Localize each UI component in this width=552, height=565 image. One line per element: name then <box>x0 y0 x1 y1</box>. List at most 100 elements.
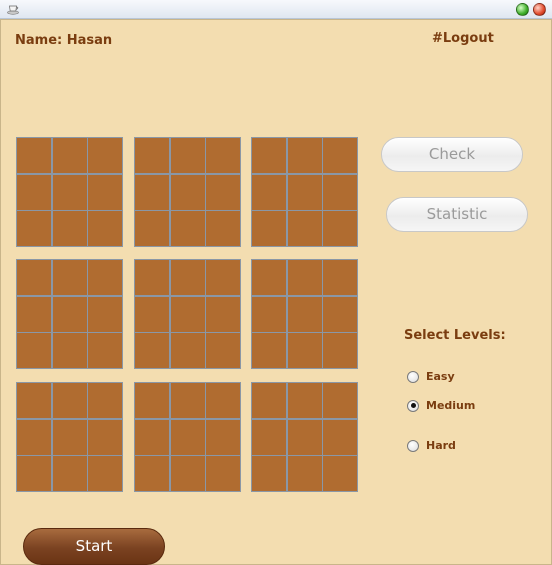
grid-cell[interactable] <box>287 211 322 246</box>
grid-block <box>251 382 358 492</box>
grid-cell[interactable] <box>52 260 87 295</box>
grid-cell[interactable] <box>135 383 169 418</box>
grid-cell[interactable] <box>206 138 240 173</box>
medium-radio[interactable] <box>407 399 419 412</box>
grid-cell[interactable] <box>88 383 122 418</box>
grid-cell[interactable] <box>323 333 357 368</box>
grid-cell[interactable] <box>52 296 87 332</box>
grid-cell[interactable] <box>252 174 286 210</box>
grid-cell[interactable] <box>17 419 51 455</box>
start-button[interactable]: Start <box>23 528 165 565</box>
grid-cell[interactable] <box>135 419 169 455</box>
grid-cell[interactable] <box>135 333 169 368</box>
grid-cell[interactable] <box>88 138 122 173</box>
grid-cell[interactable] <box>17 211 51 246</box>
grid-cell[interactable] <box>135 138 169 173</box>
grid-cell[interactable] <box>206 211 240 246</box>
grid-cell[interactable] <box>88 260 122 295</box>
grid-cell[interactable] <box>135 174 169 210</box>
grid-cell[interactable] <box>88 333 122 368</box>
grid-cell[interactable] <box>323 419 357 455</box>
grid-cell[interactable] <box>17 138 51 173</box>
grid-cell[interactable] <box>323 383 357 418</box>
grid-cell[interactable] <box>170 383 205 418</box>
level-option-hard[interactable]: Hard <box>407 439 456 452</box>
grid-cell[interactable] <box>52 456 87 491</box>
grid-cell[interactable] <box>252 456 286 491</box>
grid-cell[interactable] <box>323 260 357 295</box>
grid-cell[interactable] <box>170 211 205 246</box>
grid-cell[interactable] <box>206 419 240 455</box>
level-option-medium[interactable]: Medium <box>407 399 475 412</box>
grid-cell[interactable] <box>17 296 51 332</box>
grid-cell[interactable] <box>135 211 169 246</box>
grid-cell[interactable] <box>52 333 87 368</box>
grid-cell[interactable] <box>252 211 286 246</box>
grid-cell[interactable] <box>323 296 357 332</box>
grid-cell[interactable] <box>252 296 286 332</box>
grid-cell[interactable] <box>287 333 322 368</box>
grid-cell[interactable] <box>206 333 240 368</box>
grid-cell[interactable] <box>206 296 240 332</box>
grid-cell[interactable] <box>323 211 357 246</box>
grid-cell[interactable] <box>52 174 87 210</box>
grid-cell[interactable] <box>206 383 240 418</box>
grid-cell[interactable] <box>287 174 322 210</box>
check-button[interactable]: Check <box>381 137 523 172</box>
grid-cell[interactable] <box>17 456 51 491</box>
grid-cell[interactable] <box>88 419 122 455</box>
grid-cell[interactable] <box>323 456 357 491</box>
grid-cell[interactable] <box>287 260 322 295</box>
grid-cell[interactable] <box>52 138 87 173</box>
grid-cell[interactable] <box>206 260 240 295</box>
grid-cell[interactable] <box>252 333 286 368</box>
maximize-icon[interactable] <box>516 3 529 16</box>
statistic-button[interactable]: Statistic <box>386 197 528 232</box>
grid-cell[interactable] <box>287 383 322 418</box>
grid-cell[interactable] <box>170 456 205 491</box>
grid-cell[interactable] <box>17 174 51 210</box>
grid-cell[interactable] <box>135 260 169 295</box>
grid-cell[interactable] <box>206 456 240 491</box>
grid-cell[interactable] <box>17 260 51 295</box>
grid-cell[interactable] <box>206 174 240 210</box>
hard-radio[interactable] <box>407 439 419 452</box>
easy-radio[interactable] <box>407 370 419 383</box>
grid-cell[interactable] <box>170 138 205 173</box>
grid-cell[interactable] <box>52 419 87 455</box>
grid-cell[interactable] <box>17 383 51 418</box>
grid-cell[interactable] <box>323 174 357 210</box>
grid-cell[interactable] <box>52 211 87 246</box>
grid-cell[interactable] <box>170 419 205 455</box>
grid-cell[interactable] <box>135 296 169 332</box>
cup-icon <box>7 5 19 15</box>
grid-cell[interactable] <box>287 296 322 332</box>
grid-block <box>134 259 241 369</box>
grid-cell[interactable] <box>252 419 286 455</box>
grid-cell[interactable] <box>287 419 322 455</box>
level-option-easy[interactable]: Easy <box>407 370 455 383</box>
grid-cell[interactable] <box>252 260 286 295</box>
grid-cell[interactable] <box>88 296 122 332</box>
grid-block <box>16 382 123 492</box>
grid-cell[interactable] <box>170 174 205 210</box>
grid-cell[interactable] <box>135 456 169 491</box>
grid-block <box>251 259 358 369</box>
grid-cell[interactable] <box>170 296 205 332</box>
grid-cell[interactable] <box>88 456 122 491</box>
grid-cell[interactable] <box>323 138 357 173</box>
grid-cell[interactable] <box>52 383 87 418</box>
hard-label: Hard <box>426 439 456 452</box>
grid-cell[interactable] <box>170 260 205 295</box>
grid-cell[interactable] <box>287 456 322 491</box>
close-icon[interactable] <box>533 3 546 16</box>
easy-label: Easy <box>426 370 455 383</box>
grid-cell[interactable] <box>287 138 322 173</box>
grid-cell[interactable] <box>88 174 122 210</box>
grid-cell[interactable] <box>170 333 205 368</box>
grid-cell[interactable] <box>88 211 122 246</box>
grid-cell[interactable] <box>17 333 51 368</box>
grid-cell[interactable] <box>252 383 286 418</box>
logout-link[interactable]: #Logout <box>432 31 494 46</box>
grid-cell[interactable] <box>252 138 286 173</box>
